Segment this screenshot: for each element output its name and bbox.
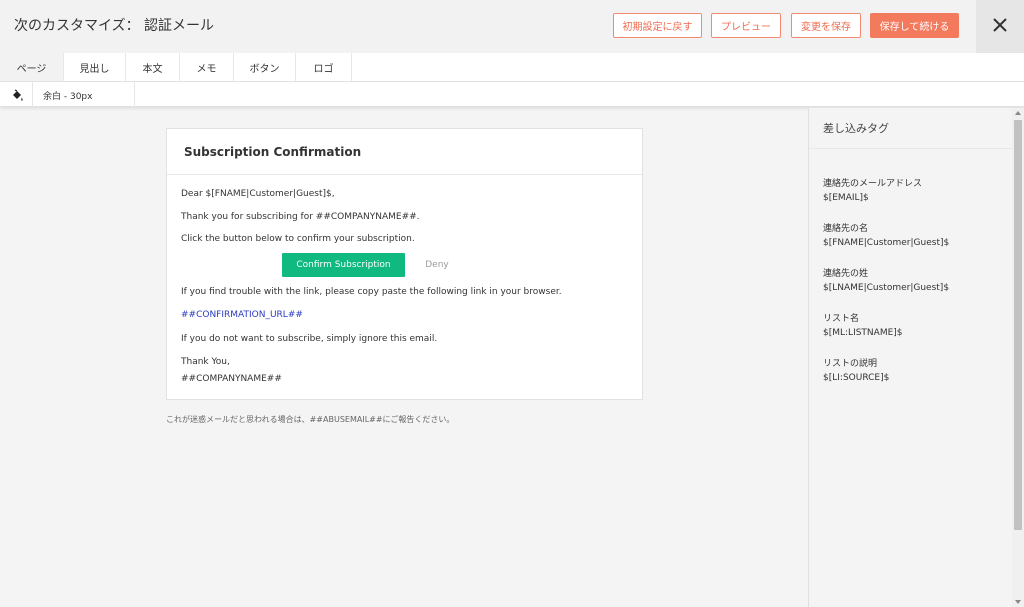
email-title: Subscription Confirmation	[184, 145, 362, 159]
email-header[interactable]: Subscription Confirmation	[167, 129, 642, 175]
tab-logo[interactable]: ロゴ	[296, 53, 352, 81]
merge-tags-title: 差し込みタグ	[823, 122, 889, 135]
scroll-up-arrow-icon[interactable]	[1015, 111, 1021, 115]
merge-tag-label: 連絡先のメールアドレス	[823, 179, 923, 189]
panel-divider	[809, 148, 1013, 149]
email-signoff: Thank You,	[181, 357, 230, 367]
merge-tag-label: 連絡先の名	[823, 224, 869, 234]
save-and-continue-button[interactable]: 保存して続ける	[870, 13, 959, 38]
options-divider	[134, 82, 135, 107]
email-preview: Subscription Confirmation Dear $[FNAME|C…	[166, 128, 643, 400]
padding-setting[interactable]: 余白 - 30px	[43, 89, 92, 102]
close-button[interactable]	[976, 0, 1024, 53]
scrollbar-thumb[interactable]	[1014, 120, 1022, 530]
tab-heading[interactable]: 見出し	[64, 53, 126, 81]
merge-tag-fname[interactable]: $[FNAME|Customer|Guest]$	[823, 238, 949, 248]
email-instruction: Click the button below to confirm your s…	[181, 234, 415, 244]
confirmation-url-link[interactable]: ##CONFIRMATION_URL##	[181, 310, 303, 320]
options-divider	[32, 82, 33, 107]
merge-tag-label: 連絡先の姓	[823, 269, 869, 279]
paint-bucket-icon[interactable]	[11, 87, 24, 101]
tab-page[interactable]: ページ	[0, 53, 64, 81]
merge-tag-label: リストの説明	[823, 359, 878, 369]
tab-memo[interactable]: メモ	[180, 53, 234, 81]
abuse-note[interactable]: これが迷惑メールだと思われる場合は、##ABUSEMAIL##にご報告ください。	[166, 414, 454, 425]
scroll-down-arrow-icon[interactable]	[1015, 600, 1021, 604]
page-title: 次のカスタマイズ： 認証メール	[14, 18, 215, 34]
options-bar: 余白 - 30px	[0, 82, 1024, 107]
merge-tags-panel: 差し込みタグ 連絡先のメールアドレス $[EMAIL]$ 連絡先の名 $[FNA…	[808, 108, 1013, 607]
tab-bar: ページ 見出し 本文 メモ ボタン ロゴ	[0, 53, 1024, 82]
merge-tag-source[interactable]: $[LI:SOURCE]$	[823, 373, 889, 383]
email-trouble-line: If you find trouble with the link, pleas…	[181, 287, 562, 297]
scrollbar[interactable]	[1012, 108, 1024, 607]
email-company-name: ##COMPANYNAME##	[181, 374, 282, 384]
merge-tag-lname[interactable]: $[LNAME|Customer|Guest]$	[823, 283, 949, 293]
merge-tag-email[interactable]: $[EMAIL]$	[823, 193, 869, 203]
close-icon	[993, 17, 1007, 36]
tab-body[interactable]: 本文	[126, 53, 180, 81]
save-changes-button[interactable]: 変更を保存	[791, 13, 861, 38]
top-bar: 次のカスタマイズ： 認証メール 初期設定に戻す プレビュー 変更を保存 保存して…	[0, 0, 1024, 53]
email-ignore-line: If you do not want to subscribe, simply …	[181, 334, 438, 344]
email-greeting: Dear $[FNAME|Customer|Guest]$,	[181, 189, 335, 199]
tab-button[interactable]: ボタン	[234, 53, 296, 81]
preview-button[interactable]: プレビュー	[711, 13, 781, 38]
confirm-subscription-button[interactable]: Confirm Subscription	[282, 253, 405, 277]
deny-button[interactable]: Deny	[417, 253, 457, 277]
merge-tag-listname[interactable]: $[ML:LISTNAME]$	[823, 328, 903, 338]
merge-tag-label: リスト名	[823, 314, 860, 324]
email-thanks-line: Thank you for subscribing for ##COMPANYN…	[181, 212, 420, 222]
reset-defaults-button[interactable]: 初期設定に戻す	[613, 13, 702, 38]
